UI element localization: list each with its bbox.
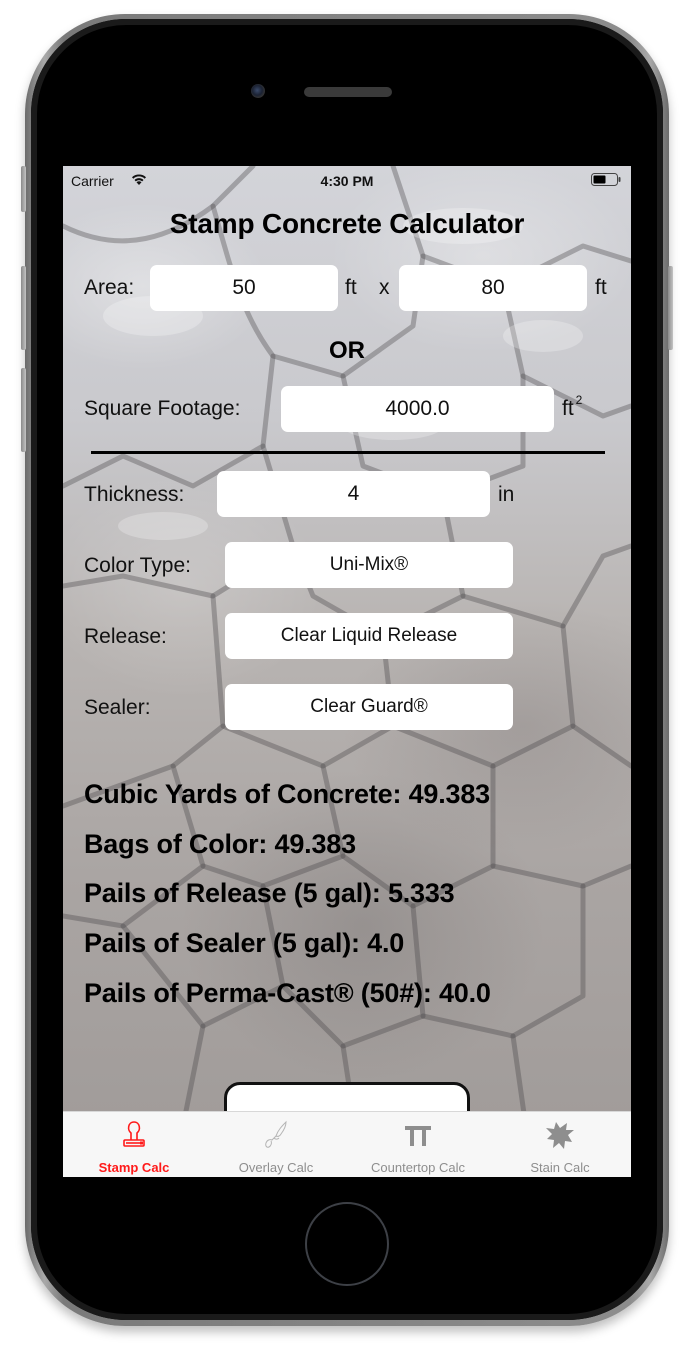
earpiece-speaker	[304, 87, 392, 97]
tab-stamp-calc[interactable]: Stamp Calc	[63, 1112, 205, 1177]
result-label: Cubic Yards of Concrete:	[84, 779, 402, 809]
status-bar: Carrier 4:30 PM	[63, 166, 631, 194]
sealer-selector[interactable]: Clear Guard®	[225, 684, 513, 730]
square-footage-unit: ft 2	[562, 393, 582, 421]
release-selector[interactable]: Clear Liquid Release	[225, 613, 513, 659]
square-footage-unit-exponent: 2	[575, 393, 583, 407]
tab-countertop-calc[interactable]: Countertop Calc	[347, 1112, 489, 1177]
result-value: 4.0	[367, 928, 405, 958]
tab-label: Overlay Calc	[238, 1160, 314, 1175]
volume-down-button	[21, 368, 26, 452]
width-unit: ft	[595, 276, 607, 299]
stamped-concrete-background	[63, 166, 631, 1177]
app-screen: Carrier 4:30 PM Stamp Concrete Calculato…	[63, 166, 631, 1177]
tab-label: Countertop Calc	[371, 1160, 465, 1175]
color-type-selector[interactable]: Uni-Mix®	[225, 542, 513, 588]
stamp-icon	[123, 1121, 145, 1147]
or-separator-label: OR	[329, 337, 365, 364]
result-label: Pails of Perma-Cast® (50#):	[84, 978, 432, 1008]
tab-label: Stain Calc	[530, 1160, 590, 1175]
thickness-unit: in	[498, 483, 515, 506]
length-input[interactable]: 50	[150, 265, 338, 311]
result-pails-of-release: Pails of Release (5 gal): 5.333	[84, 878, 455, 909]
stain-splat-icon	[546, 1122, 574, 1149]
countertop-icon	[405, 1126, 431, 1146]
result-label: Pails of Release (5 gal):	[84, 878, 381, 908]
tab-label: Stamp Calc	[98, 1160, 170, 1175]
result-value: 49.383	[408, 779, 491, 809]
result-bags-of-color: Bags of Color: 49.383	[84, 829, 356, 860]
result-value: 5.333	[387, 878, 455, 908]
status-time: 4:30 PM	[320, 173, 374, 189]
front-camera	[251, 84, 265, 98]
width-input[interactable]: 80	[399, 265, 587, 311]
area-label: Area:	[84, 276, 135, 299]
square-footage-unit-base: ft	[562, 397, 574, 420]
result-pails-of-perma-cast: Pails of Perma-Cast® (50#): 40.0	[84, 978, 491, 1009]
result-cubic-yards: Cubic Yards of Concrete: 49.383	[84, 779, 490, 810]
trowel-icon	[265, 1120, 287, 1148]
square-footage-label: Square Footage:	[84, 397, 241, 420]
page-title: Stamp Concrete Calculator	[169, 208, 525, 239]
power-button	[668, 266, 673, 350]
release-label: Release:	[84, 625, 167, 648]
volume-up-button	[21, 266, 26, 350]
tab-overlay-calc[interactable]: Overlay Calc	[205, 1112, 347, 1177]
length-unit: ft	[345, 276, 357, 299]
section-divider	[91, 451, 605, 454]
result-value: 40.0	[438, 978, 491, 1008]
thickness-label: Thickness:	[84, 483, 185, 506]
result-label: Bags of Color:	[84, 829, 268, 859]
home-button[interactable]	[305, 1202, 389, 1286]
tab-stain-calc[interactable]: Stain Calc	[489, 1112, 631, 1177]
color-type-label: Color Type:	[84, 554, 191, 577]
tab-bar: Stamp Calc Overlay Calc Countertop Calc …	[63, 1111, 631, 1177]
sealer-label: Sealer:	[84, 696, 151, 719]
mute-switch	[21, 166, 26, 212]
result-label: Pails of Sealer (5 gal):	[84, 928, 360, 958]
battery-icon	[591, 173, 621, 186]
square-footage-input[interactable]: 4000.0	[281, 386, 554, 432]
result-value: 49.383	[274, 829, 357, 859]
times-symbol: x	[379, 276, 390, 299]
result-pails-of-sealer: Pails of Sealer (5 gal): 4.0	[84, 928, 404, 959]
thickness-input[interactable]: 4	[217, 471, 490, 517]
